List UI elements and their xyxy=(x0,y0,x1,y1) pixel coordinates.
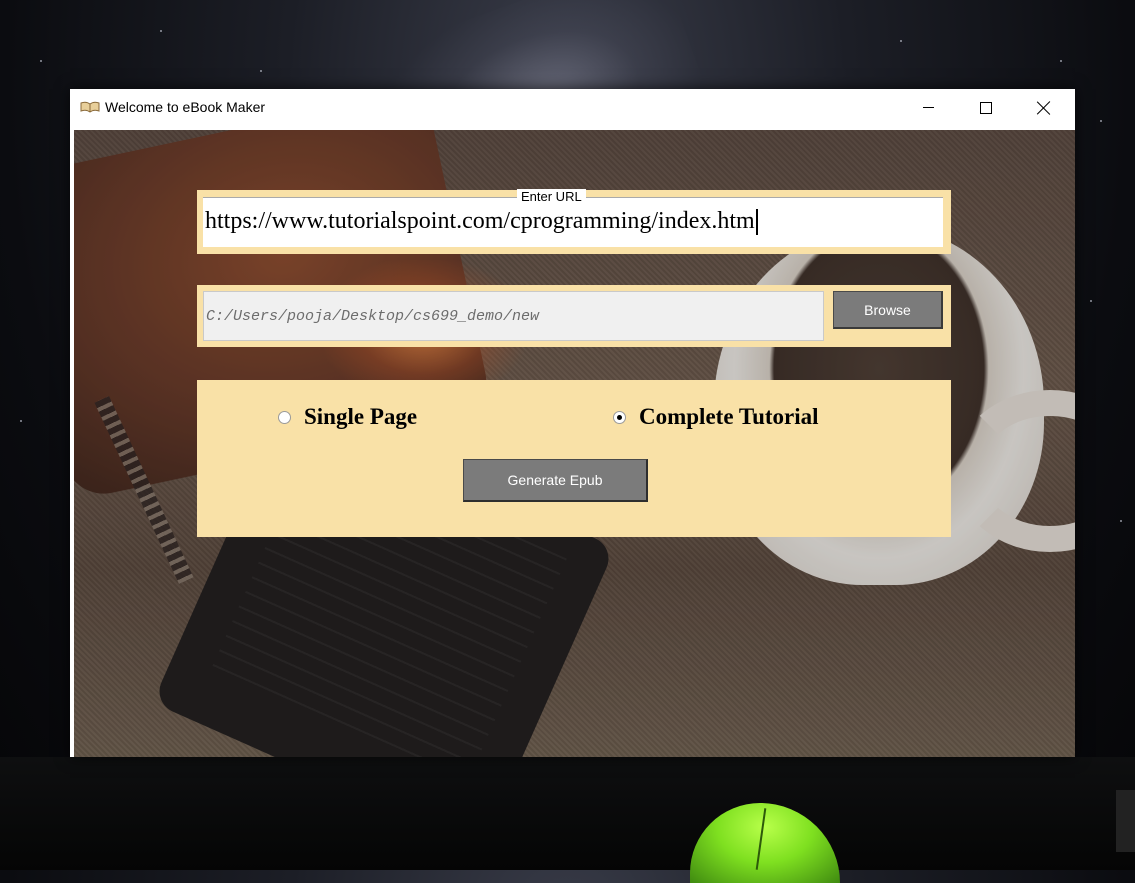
star xyxy=(40,60,42,62)
maximize-button[interactable] xyxy=(957,89,1015,126)
star xyxy=(1090,300,1092,302)
star xyxy=(20,420,22,422)
star xyxy=(260,70,262,72)
generate-epub-button[interactable]: Generate Epub xyxy=(463,459,648,502)
taskbar-edge xyxy=(1116,790,1135,852)
star xyxy=(1060,60,1062,62)
maximize-icon xyxy=(980,101,992,114)
window-content: https://www.tutorialspoint.com/cprogramm… xyxy=(74,130,1075,757)
path-panel: C:/Users/pooja/Desktop/cs699_demo/new Br… xyxy=(197,285,951,347)
text-caret xyxy=(755,209,758,236)
window-title: Welcome to eBook Maker xyxy=(105,99,266,115)
url-label: Enter URL xyxy=(517,189,586,205)
star xyxy=(1100,120,1102,122)
minimize-button[interactable] xyxy=(899,89,957,126)
book-icon xyxy=(80,101,100,113)
browse-button[interactable]: Browse xyxy=(833,291,943,329)
app-window: Welcome to eBook Maker https://www.tutor… xyxy=(70,89,1075,757)
options-panel: Single Page Complete Tutorial Generate E… xyxy=(197,380,951,537)
star xyxy=(1120,520,1122,522)
single-page-radio[interactable] xyxy=(278,411,291,424)
complete-tutorial-label[interactable]: Complete Tutorial xyxy=(639,404,819,430)
close-button[interactable] xyxy=(1015,89,1073,126)
star xyxy=(160,30,162,32)
dark-ground xyxy=(0,757,1135,870)
close-icon xyxy=(1037,101,1051,115)
complete-tutorial-radio[interactable] xyxy=(613,411,626,424)
single-page-label[interactable]: Single Page xyxy=(304,404,417,430)
star xyxy=(900,40,902,42)
path-input-value: C:/Users/pooja/Desktop/cs699_demo/new xyxy=(206,308,540,325)
title-bar[interactable]: Welcome to eBook Maker xyxy=(70,89,1075,126)
path-input[interactable]: C:/Users/pooja/Desktop/cs699_demo/new xyxy=(203,291,824,341)
url-panel: https://www.tutorialspoint.com/cprogramm… xyxy=(197,189,951,254)
minimize-icon xyxy=(922,107,934,108)
url-input-value: https://www.tutorialspoint.com/cprogramm… xyxy=(205,208,758,236)
